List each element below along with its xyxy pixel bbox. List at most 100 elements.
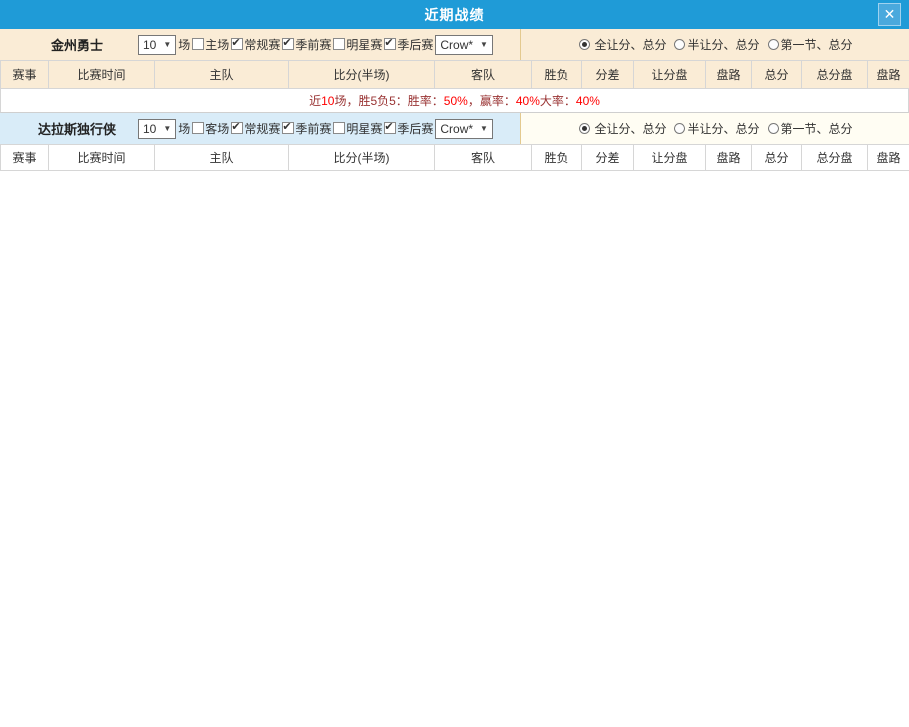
mavericks-results-table: 赛事比赛时间主队比分(半场)客队胜负分差让分盘盘路总分总分盘盘路 (0, 144, 909, 171)
warriors-results-table: 赛事比赛时间主队比分(半场)客队胜负分差让分盘盘路总分总分盘盘路 (0, 60, 909, 89)
radio-label: 第一节、总分 (781, 120, 853, 137)
column-header: 盘路 (706, 145, 752, 171)
mavericks-filter-row: 达拉斯独行侠 10 ▼ 场 客场常规赛季前赛明星赛季后赛 Crow* ▼ 全让分… (0, 113, 909, 144)
games-count-value: 10 (143, 38, 156, 52)
dropdown-arrow-icon: ▼ (163, 40, 171, 49)
radio-unselected-icon[interactable] (674, 123, 685, 134)
checkbox-label: 常规赛 (244, 36, 280, 53)
summary-text: 场，胜5负5：胜率： (334, 92, 443, 109)
checkbox-checked-icon[interactable] (282, 38, 294, 50)
filter-checkbox-option[interactable]: 常规赛 (229, 120, 280, 137)
column-header: 赛事 (1, 61, 49, 89)
column-header: 盘路 (868, 61, 909, 89)
filter-checkbox-option[interactable]: 客场 (190, 120, 229, 137)
radio-selected-icon[interactable] (579, 123, 590, 134)
dropdown-arrow-icon: ▼ (480, 40, 488, 49)
summary-text: 40% (516, 94, 540, 108)
filter-radio-option[interactable]: 第一节、总分 (768, 120, 853, 137)
games-count-suffix: 场 (178, 120, 190, 137)
summary-text: 10 (321, 94, 334, 108)
checkbox-checked-icon[interactable] (384, 38, 396, 50)
checkbox-unchecked-icon[interactable] (192, 38, 204, 50)
filter-radio-option[interactable]: 全让分、总分 (577, 36, 666, 53)
checkbox-checked-icon[interactable] (384, 122, 396, 134)
column-header: 总分 (752, 61, 802, 89)
checkbox-unchecked-icon[interactable] (333, 38, 345, 50)
checkbox-label: 主场 (205, 36, 229, 53)
company-value: Crow* (440, 122, 473, 136)
games-count-select[interactable]: 10 ▼ (138, 119, 176, 139)
column-header: 胜负 (532, 61, 582, 89)
games-count-select[interactable]: 10 ▼ (138, 35, 176, 55)
column-header: 总分盘 (802, 145, 868, 171)
filter-checkbox-option[interactable]: 季前赛 (280, 120, 331, 137)
radio-label: 全让分、总分 (594, 120, 666, 137)
column-header: 分差 (582, 61, 634, 89)
table-header-row: 赛事比赛时间主队比分(半场)客队胜负分差让分盘盘路总分总分盘盘路 (1, 61, 909, 89)
column-header: 客队 (435, 145, 532, 171)
radio-unselected-icon[interactable] (674, 39, 685, 50)
mavericks-filter-left: 达拉斯独行侠 10 ▼ 场 客场常规赛季前赛明星赛季后赛 Crow* ▼ (0, 113, 520, 144)
column-header: 客队 (435, 61, 532, 89)
column-header: 主队 (155, 61, 289, 89)
checkbox-checked-icon[interactable] (282, 122, 294, 134)
column-header: 比赛时间 (49, 145, 155, 171)
radio-unselected-icon[interactable] (768, 39, 779, 50)
dropdown-arrow-icon: ▼ (163, 124, 171, 133)
checkbox-checked-icon[interactable] (231, 122, 243, 134)
column-header: 让分盘 (634, 145, 706, 171)
company-select[interactable]: Crow* ▼ (435, 35, 493, 55)
filter-radio-option[interactable]: 半让分、总分 (674, 36, 759, 53)
title-bar: 近期战绩 ✕ (0, 0, 909, 29)
column-header: 赛事 (1, 145, 49, 171)
checkbox-label: 季后赛 (397, 120, 433, 137)
company-select[interactable]: Crow* ▼ (435, 119, 493, 139)
column-header: 胜负 (532, 145, 582, 171)
company-value: Crow* (440, 38, 473, 52)
warriors-filter-row: 金州勇士 10 ▼ 场 主场常规赛季前赛明星赛季后赛 Crow* ▼ 全让分、总… (0, 29, 909, 60)
filter-checkbox-option[interactable]: 明星赛 (331, 120, 382, 137)
close-button[interactable]: ✕ (878, 3, 901, 26)
filter-radio-option[interactable]: 半让分、总分 (674, 120, 759, 137)
column-header: 比赛时间 (49, 61, 155, 89)
warriors-summary: 近 10 场，胜5负5：胜率：50%，赢率：40% 大率：40% (0, 89, 909, 113)
filter-checkbox-option[interactable]: 季后赛 (382, 120, 433, 137)
checkbox-label: 季前赛 (295, 120, 331, 137)
column-header: 比分(半场) (289, 145, 435, 171)
checkbox-label: 客场 (205, 120, 229, 137)
radio-label: 半让分、总分 (687, 120, 759, 137)
column-header: 盘路 (868, 145, 909, 171)
checkbox-label: 季后赛 (397, 36, 433, 53)
warriors-radio-group: 全让分、总分半让分、总分第一节、总分 (520, 29, 909, 60)
checkbox-label: 明星赛 (346, 36, 382, 53)
radio-selected-icon[interactable] (579, 39, 590, 50)
filter-checkbox-option[interactable]: 明星赛 (331, 36, 382, 53)
warriors-team-name: 金州勇士 (18, 35, 136, 54)
summary-text: 大率： (540, 92, 576, 109)
radio-unselected-icon[interactable] (768, 123, 779, 134)
filter-checkbox-option[interactable]: 主场 (190, 36, 229, 53)
games-count-value: 10 (143, 122, 156, 136)
warriors-filter-left: 金州勇士 10 ▼ 场 主场常规赛季前赛明星赛季后赛 Crow* ▼ (0, 29, 520, 60)
table-header-row: 赛事比赛时间主队比分(半场)客队胜负分差让分盘盘路总分总分盘盘路 (1, 145, 909, 171)
filter-checkbox-option[interactable]: 常规赛 (229, 36, 280, 53)
summary-text: 40% (576, 94, 600, 108)
filter-checkbox-option[interactable]: 季后赛 (382, 36, 433, 53)
summary-text: ，赢率： (468, 92, 516, 109)
checkbox-checked-icon[interactable] (231, 38, 243, 50)
checkbox-unchecked-icon[interactable] (192, 122, 204, 134)
summary-text: 50% (444, 94, 468, 108)
filter-checkbox-option[interactable]: 季前赛 (280, 36, 331, 53)
dropdown-arrow-icon: ▼ (480, 124, 488, 133)
checkbox-label: 季前赛 (295, 36, 331, 53)
checkbox-label: 明星赛 (346, 120, 382, 137)
column-header: 主队 (155, 145, 289, 171)
column-header: 盘路 (706, 61, 752, 89)
filter-radio-option[interactable]: 第一节、总分 (768, 36, 853, 53)
checkbox-unchecked-icon[interactable] (333, 122, 345, 134)
filter-radio-option[interactable]: 全让分、总分 (577, 120, 666, 137)
games-count-suffix: 场 (178, 36, 190, 53)
page-title: 近期战绩 (425, 5, 485, 25)
close-icon: ✕ (884, 6, 896, 22)
mavericks-checkbox-group: 客场常规赛季前赛明星赛季后赛 (190, 120, 433, 138)
